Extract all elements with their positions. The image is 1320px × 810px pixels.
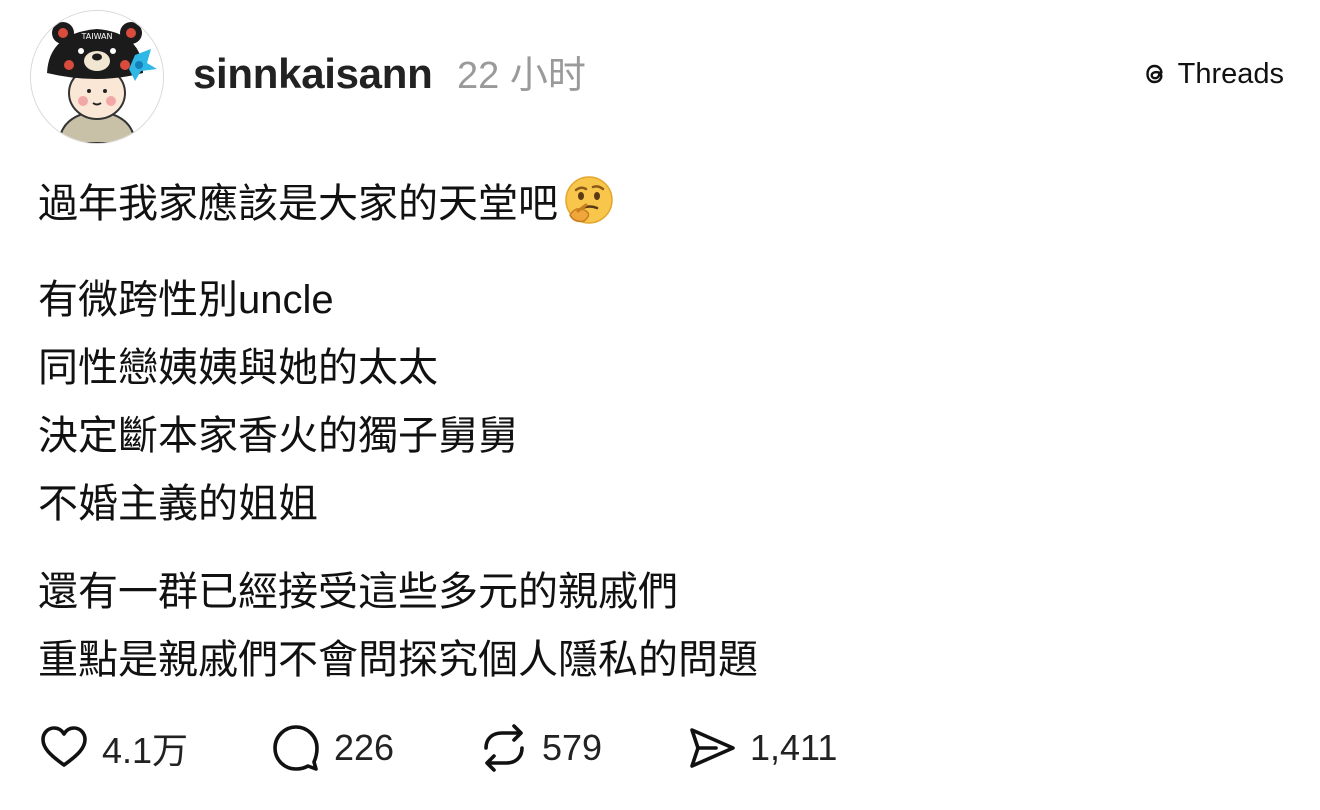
post-line: 不婚主義的姐姐 [38, 482, 318, 526]
post-line: 重點是親戚們不會問探究個人隱私的問題 [38, 638, 758, 682]
post-timestamp: 22 小时 [457, 55, 586, 97]
post-line: 決定斷本家香火的獨子舅舅 [38, 414, 518, 458]
thinking-face-icon [564, 175, 614, 246]
threads-logo-icon [1145, 64, 1163, 84]
post-body: 過年我家應該是大家的天堂吧 有微跨性別uncle 同性戀姨姨與她的太太 決定斷本… [38, 170, 758, 694]
post-line-text: 過年我家應該是大家的天堂吧 [38, 182, 558, 226]
comment-icon [273, 725, 319, 771]
send-icon [690, 728, 735, 768]
heart-icon [41, 726, 87, 767]
avatar-cap-text: TAIWAN [80, 32, 112, 41]
repost-count: 579 [542, 727, 603, 768]
post-line: 有微跨性別uncle [38, 278, 334, 322]
action-bar: 4.1万 226 579 1,411 [38, 722, 837, 774]
bear-avatar-icon: TAIWAN [31, 11, 163, 143]
repost-button[interactable]: 579 [478, 722, 686, 774]
like-button[interactable]: 4.1万 [38, 722, 270, 774]
like-count: 4.1万 [102, 730, 189, 771]
threads-brand-label: Threads [1177, 58, 1284, 90]
post-line: 同性戀姨姨與她的太太 [38, 346, 438, 390]
post-line: 還有一群已經接受這些多元的親戚們 [38, 570, 678, 614]
avatar[interactable]: TAIWAN [30, 10, 164, 144]
post-line: 過年我家應該是大家的天堂吧 [38, 170, 758, 246]
share-count: 1,411 [750, 727, 838, 768]
username[interactable]: sinnkaisann [193, 50, 433, 98]
comment-count: 226 [334, 727, 395, 768]
share-button[interactable]: 1,411 [686, 722, 837, 774]
repost-icon [484, 724, 524, 772]
comment-button[interactable]: 226 [270, 722, 478, 774]
threads-brand[interactable]: Threads [1140, 57, 1284, 91]
